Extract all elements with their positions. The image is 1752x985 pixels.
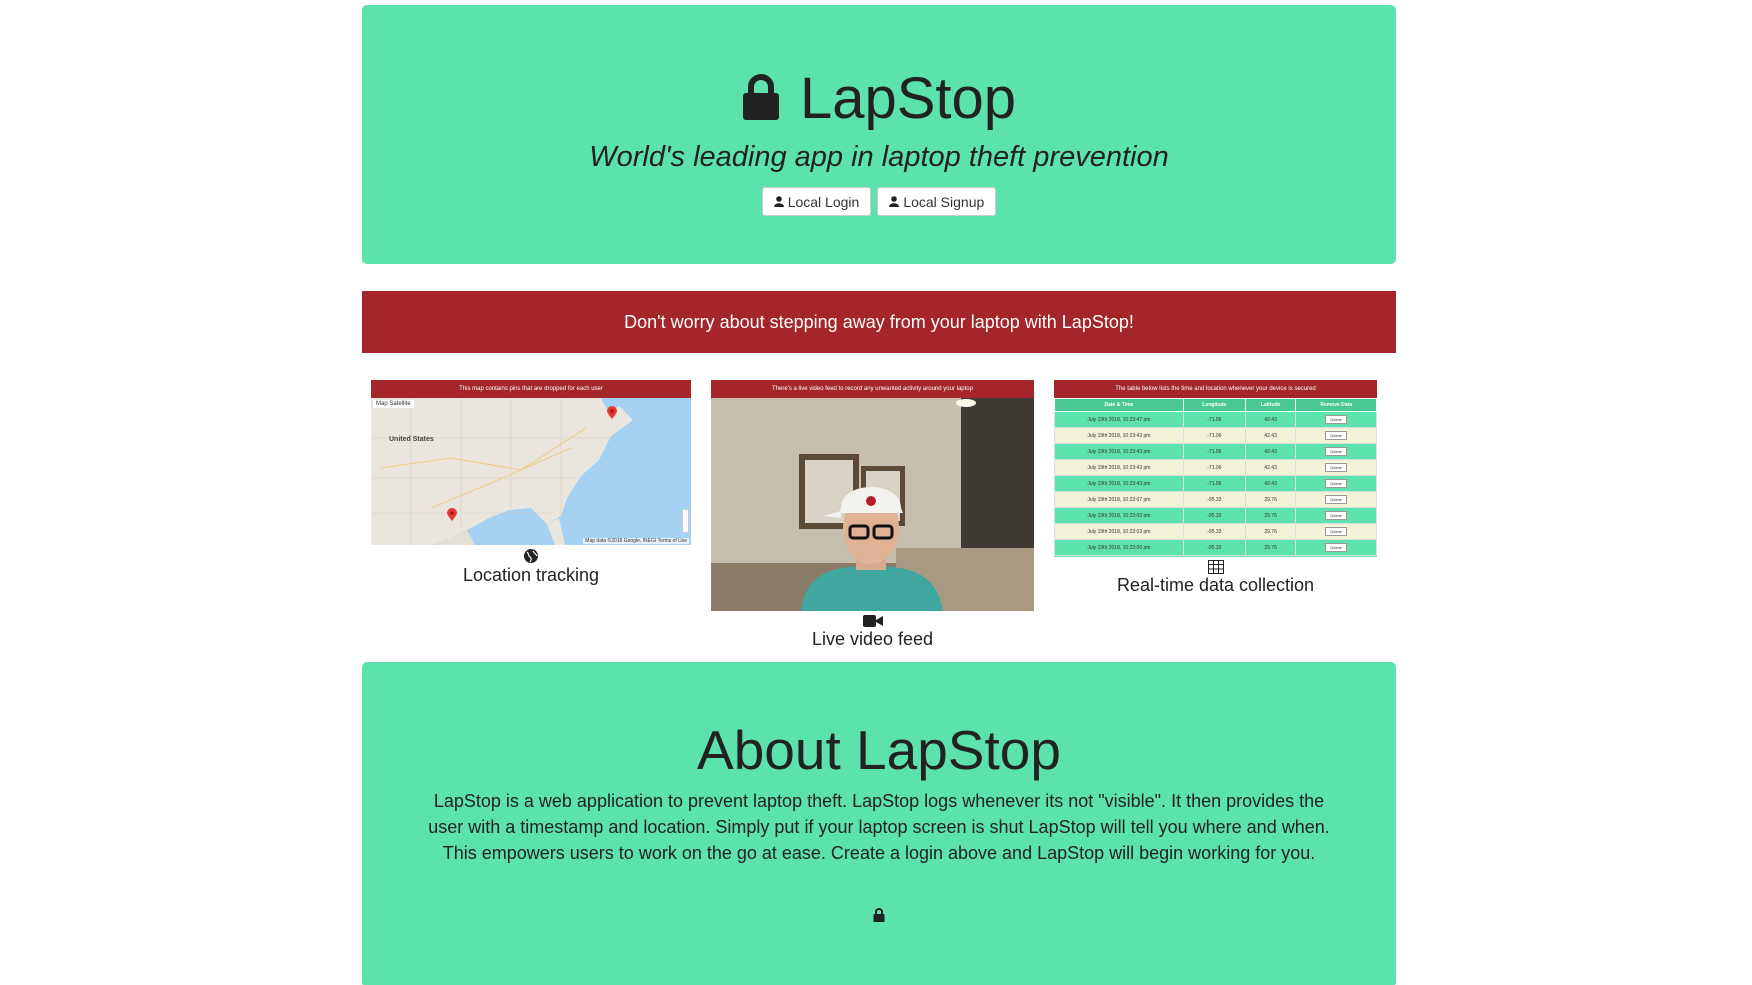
cell-longitude: -95.33 (1182, 523, 1246, 540)
map-pin-icon[interactable] (447, 508, 457, 526)
app-subtitle: World's leading app in laptop theft prev… (589, 141, 1169, 173)
about-jumbotron: About LapStop LapStop is a web applicati… (362, 662, 1396, 985)
cell-date-time: July 19th 2018, 10:22:03 pm (1054, 523, 1184, 540)
about-title: About LapStop (697, 719, 1061, 781)
data-collection-label: Real-time data collection (1116, 575, 1315, 595)
delete-button[interactable]: Delete (1325, 431, 1347, 440)
lock-icon (362, 908, 1396, 922)
feature-data-collection: The table below lists the time and locat… (1054, 380, 1377, 596)
promo-banner: Don't worry about stepping away from you… (362, 291, 1396, 353)
video-camera-icon (711, 614, 1034, 628)
col-longitude: Longitude (1182, 398, 1246, 412)
cell-latitude: 29.76 (1244, 539, 1297, 556)
table-icon (1054, 560, 1377, 574)
cell-date-time: July 19th 2018, 10:23:43 pm (1054, 459, 1184, 476)
cell-latitude: 29.76 (1244, 523, 1297, 540)
cell-latitude: 42.43 (1244, 443, 1297, 460)
cell-latitude: 29.76 (1244, 491, 1297, 508)
map-region-label: United States (389, 436, 434, 443)
cell-longitude: -95.33 (1182, 507, 1246, 524)
cell-latitude: 42.43 (1244, 459, 1297, 476)
auth-buttons: Local Login Local Signup (362, 187, 1396, 216)
feature-live-video: There's a live video feed to record any … (711, 380, 1034, 650)
live-video-label: Live video feed (811, 629, 934, 649)
feature-location-tracking: This map contains pins that are dropped … (371, 380, 691, 586)
table-row: July 19th 2018, 10:23:43 pm -71.06 42.43 De… (1054, 459, 1377, 476)
table-row: July 19th 2018, 10:23:43 pm -71.06 42.43 De… (1054, 475, 1377, 492)
video-frame-scene (711, 398, 1034, 611)
video-screenshot-header: There's a live video feed to record any … (711, 380, 1034, 398)
col-latitude: Latitude (1244, 398, 1297, 412)
cell-date-time: July 19th 2018, 10:22:07 pm (1054, 491, 1184, 508)
cell-latitude: 42.43 (1244, 427, 1297, 444)
data-table-view: Date & Time Longitude Latitude Remove Da… (1054, 398, 1377, 557)
video-feed (711, 398, 1034, 611)
local-login-button[interactable]: Local Login (761, 187, 872, 216)
hero-jumbotron: LapStop World's leading app in laptop th… (362, 5, 1396, 264)
data-table: Date & Time Longitude Latitude Remove Da… (1054, 398, 1377, 556)
cell-date-time: July 19th 2018, 10:23:43 pm (1054, 443, 1184, 460)
cell-date-time: July 19th 2018, 10:22:03 pm (1054, 507, 1184, 524)
lock-icon (742, 73, 780, 125)
cell-date-time: July 19th 2018, 10:23:43 pm (1054, 475, 1184, 492)
table-header-row: Date & Time Longitude Latitude Remove Da… (1054, 398, 1377, 412)
table-row: July 19th 2018, 10:22:03 pm -95.33 29.76 De… (1054, 507, 1377, 524)
cell-date-time: July 19th 2018, 10:23:43 pm (1054, 427, 1184, 444)
delete-button[interactable]: Delete (1325, 447, 1347, 456)
globe-icon (371, 548, 691, 564)
table-row: July 19th 2018, 10:23:47 pm -71.06 42.43 De… (1054, 411, 1377, 428)
cell-longitude: -71.06 (1182, 459, 1246, 476)
cell-longitude: -95.33 (1182, 491, 1246, 508)
cell-date-time: July 19th 2018, 10:22:00 pm (1054, 539, 1184, 556)
table-row: July 19th 2018, 10:22:00 pm -95.33 29.76 De… (1054, 539, 1377, 556)
local-signup-label: Local Signup (903, 193, 985, 210)
table-screenshot: The table below lists the time and locat… (1054, 380, 1377, 557)
user-icon (889, 194, 900, 210)
hero-title-row: LapStop (362, 63, 1396, 135)
local-login-label: Local Login (787, 193, 860, 210)
promo-banner-text: Don't worry about stepping away from you… (624, 311, 1134, 332)
col-date-time: Date & Time (1054, 398, 1184, 412)
cell-longitude: -71.06 (1182, 411, 1246, 428)
cell-latitude: 42.43 (1244, 475, 1297, 492)
map-zoom-control[interactable] (682, 509, 689, 533)
table-row: July 19th 2018, 10:22:07 pm -95.33 29.76 De… (1054, 491, 1377, 508)
map-screenshot: This map contains pins that are dropped … (371, 380, 691, 545)
delete-button[interactable]: Delete (1325, 527, 1347, 536)
user-icon (773, 194, 784, 210)
cell-longitude: -95.33 (1182, 539, 1246, 556)
map-view: Map Satellite United States Map data ©20… (371, 398, 691, 545)
table-screenshot-header: The table below lists the time and locat… (1054, 380, 1377, 398)
local-signup-button[interactable]: Local Signup (877, 187, 997, 216)
map-tab-map[interactable]: Map (376, 401, 388, 407)
map-tab-satellite[interactable]: Satellite (389, 401, 410, 407)
about-description: LapStop is a web application to prevent … (428, 791, 1330, 863)
location-tracking-label: Location tracking (462, 565, 600, 585)
video-screenshot: There's a live video feed to record any … (711, 380, 1034, 611)
cell-latitude: 42.43 (1244, 411, 1297, 428)
cell-date-time: July 19th 2018, 10:23:47 pm (1054, 411, 1184, 428)
map-land-shape (371, 398, 633, 545)
table-row: July 19th 2018, 10:23:43 pm -71.06 42.43 De… (1054, 443, 1377, 460)
cell-longitude: -71.06 (1182, 443, 1246, 460)
table-row: July 19th 2018, 10:23:43 pm -71.06 42.43 De… (1054, 427, 1377, 444)
map-type-tabs[interactable]: Map Satellite (373, 400, 414, 408)
map-screenshot-header: This map contains pins that are dropped … (371, 380, 691, 398)
map-credit: Map data ©2018 Google, INEGI Terms of Us… (583, 538, 689, 544)
delete-button[interactable]: Delete (1325, 479, 1347, 488)
delete-button[interactable]: Delete (1325, 495, 1347, 504)
cell-latitude: 29.76 (1244, 507, 1297, 524)
delete-button[interactable]: Delete (1325, 543, 1347, 552)
app-title: LapStop (799, 66, 1017, 131)
delete-button[interactable]: Delete (1325, 511, 1347, 520)
col-remove-data: Remove Data (1295, 398, 1377, 412)
table-row: July 19th 2018, 10:22:03 pm -95.33 29.76 De… (1054, 523, 1377, 540)
cell-longitude: -71.06 (1182, 427, 1246, 444)
cell-longitude: -71.06 (1182, 475, 1246, 492)
map-pin-icon[interactable] (607, 406, 617, 424)
delete-button[interactable]: Delete (1325, 415, 1347, 424)
delete-button[interactable]: Delete (1325, 463, 1347, 472)
